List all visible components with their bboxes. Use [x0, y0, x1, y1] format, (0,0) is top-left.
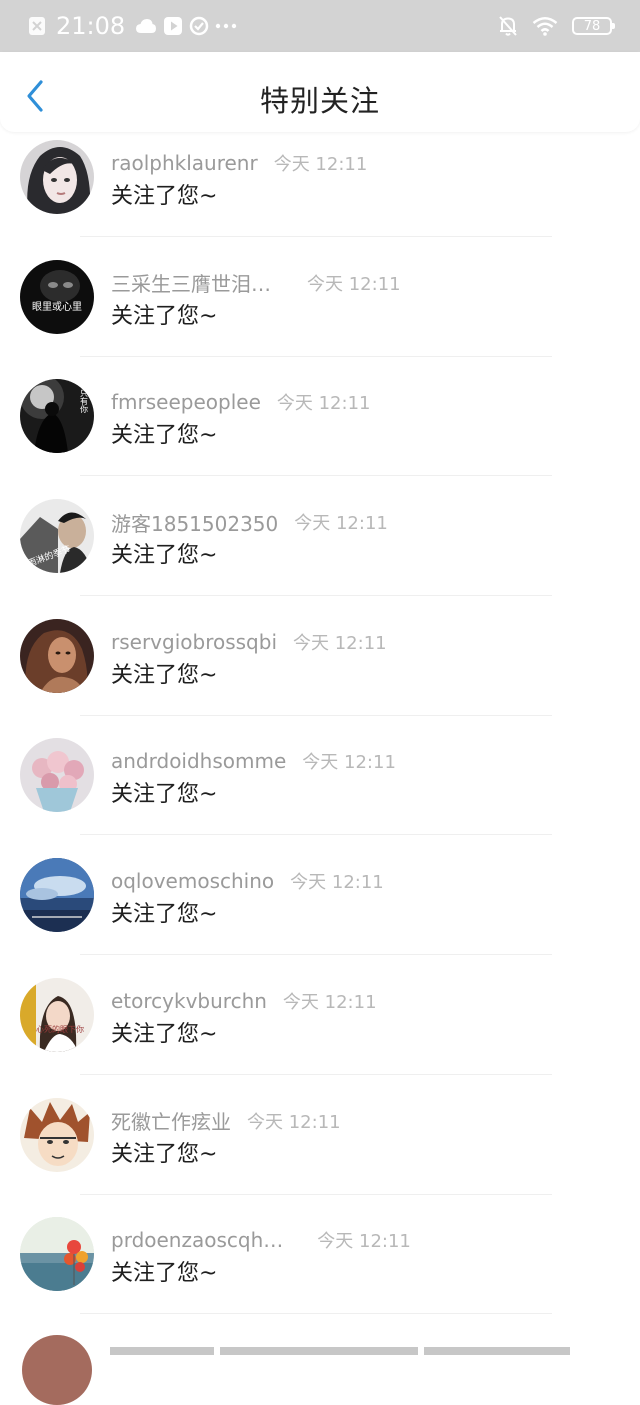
- cloud-icon: [135, 18, 157, 34]
- notification-x-icon: [28, 16, 46, 36]
- avatar[interactable]: 雨淋的季节: [20, 499, 94, 574]
- divider: [80, 355, 552, 357]
- list-item[interactable]: rservgiobrossqbi 今天 12:11 关注了您~: [0, 611, 640, 731]
- timestamp: 今天 12:11: [307, 273, 401, 295]
- message-text: 关注了您~: [111, 423, 218, 449]
- list-item[interactable]: raolphklaurenr 今天 12:11 关注了您~: [0, 132, 640, 252]
- row-header: etorcykvburchn 今天 12:11: [111, 988, 377, 1014]
- row-header: andrdoidhsomme 今天 12:11: [111, 748, 396, 774]
- username[interactable]: raolphklaurenr: [111, 151, 258, 175]
- divider: [80, 475, 552, 477]
- battery-level: 78: [583, 18, 601, 34]
- more-dots-icon: [215, 22, 237, 30]
- row-header: fmrseepeoplee 今天 12:11: [111, 389, 370, 415]
- row-header: rservgiobrossqbi 今天 12:11: [111, 629, 387, 655]
- overlay-bar: [220, 1347, 418, 1355]
- page-title: 特别关注: [259, 84, 380, 118]
- divider: [80, 954, 552, 956]
- row-header: oqlovemoschino 今天 12:11: [111, 868, 384, 894]
- divider: [80, 834, 552, 836]
- play-icon: [163, 16, 183, 36]
- list-item-partial: [0, 1329, 640, 1405]
- avatar: [22, 1335, 92, 1405]
- list-item[interactable]: 雨淋的季节 游客1851502350 今天 12:11 关注了您~: [0, 491, 640, 611]
- avatar[interactable]: [20, 618, 94, 693]
- timestamp: 今天 12:11: [276, 393, 371, 415]
- list-item[interactable]: oqlovemoschino 今天 12:11 关注了您~: [0, 850, 640, 970]
- message-text: 关注了您~: [111, 303, 218, 329]
- status-time: 21:08: [56, 12, 126, 40]
- divider: [80, 236, 552, 237]
- status-left: 21:08: [28, 10, 237, 42]
- message-text: 关注了您~: [111, 1261, 218, 1287]
- avatar[interactable]: [20, 858, 94, 933]
- avatar-caption: 只有你: [80, 389, 89, 413]
- row-header: prdoenzaoscqh… 今天 12:11: [111, 1227, 411, 1253]
- timestamp: 今天 12:11: [317, 1231, 411, 1253]
- list-item[interactable]: andrdoidhsomme 今天 12:11 关注了您~: [0, 730, 640, 850]
- timestamp: 今天 12:11: [273, 154, 368, 175]
- message-text: 关注了您~: [111, 662, 218, 688]
- row-header: 死徽亡作痃业 今天 12:11: [111, 1108, 341, 1134]
- bell-muted-icon: [498, 15, 518, 37]
- list-item[interactable]: 心死的眼下你 etorcykvburchn 今天 12:11 关注了您~: [0, 970, 640, 1090]
- message-text: 关注了您~: [111, 782, 218, 808]
- list-item[interactable]: 只有你 fmrseepeoplee 今天 12:11 关注了您~: [0, 371, 640, 491]
- divider: [80, 595, 552, 597]
- row-header: raolphklaurenr 今天 12:11: [111, 150, 367, 176]
- username[interactable]: 死徽亡作痃业: [111, 1106, 231, 1135]
- message-text: 关注了您~: [111, 184, 218, 209]
- list-item[interactable]: 死徽亡作痃业 今天 12:11 关注了您~: [0, 1090, 640, 1210]
- avatar-caption: 心死的眼下你: [36, 1024, 84, 1034]
- avatar[interactable]: [20, 1217, 94, 1292]
- overlay-bar: [424, 1347, 570, 1355]
- timestamp: 今天 12:11: [282, 991, 377, 1013]
- row-header: 三采生三膺世泪… 今天 12:11: [111, 270, 401, 296]
- message-text: 关注了您~: [111, 1141, 218, 1167]
- username[interactable]: oqlovemoschino: [111, 869, 274, 893]
- wifi-icon: [532, 16, 558, 36]
- divider: [80, 1193, 552, 1195]
- avatar[interactable]: 眼里或心里: [20, 259, 94, 334]
- message-text: 关注了您~: [111, 1021, 218, 1047]
- username[interactable]: fmrseepeoplee: [111, 390, 261, 414]
- nav-bar: 特别关注: [0, 52, 640, 132]
- avatar[interactable]: [20, 738, 94, 813]
- timestamp: 今天 12:11: [247, 1111, 341, 1133]
- divider: [80, 714, 552, 716]
- overlay-bar: [110, 1347, 214, 1355]
- timestamp: 今天 12:11: [290, 872, 384, 894]
- list-item[interactable]: 眼里或心里 三采生三膺世泪… 今天 12:11 关注了您~: [0, 252, 640, 372]
- avatar[interactable]: [20, 1097, 94, 1172]
- username[interactable]: andrdoidhsomme: [111, 749, 286, 773]
- avatar[interactable]: [20, 140, 94, 214]
- username[interactable]: rservgiobrossqbi: [111, 630, 277, 654]
- timestamp: 今天 12:11: [302, 752, 396, 774]
- avatar[interactable]: 只有你: [20, 379, 94, 454]
- status-bar: 21:08 78: [0, 0, 640, 52]
- sync-icon: [189, 16, 209, 36]
- username[interactable]: 三采生三膺世泪…: [111, 268, 271, 297]
- avatar[interactable]: 心死的眼下你: [20, 977, 94, 1052]
- divider: [80, 1313, 552, 1315]
- message-text: 关注了您~: [111, 902, 218, 928]
- username[interactable]: 游客1851502350: [111, 508, 278, 537]
- list-item[interactable]: prdoenzaoscqh… 今天 12:11 关注了您~: [0, 1209, 640, 1329]
- row-header: 游客1851502350 今天 12:11: [111, 508, 388, 537]
- divider: [80, 1073, 552, 1075]
- status-right: 78: [498, 10, 615, 42]
- notification-list: raolphklaurenr 今天 12:11 关注了您~ 眼里或心里 三采生三…: [0, 132, 640, 1329]
- timestamp: 今天 12:11: [294, 513, 388, 535]
- battery-icon: 78: [572, 17, 615, 35]
- timestamp: 今天 12:11: [293, 632, 387, 654]
- username[interactable]: prdoenzaoscqh…: [111, 1228, 283, 1252]
- avatar-caption: 眼里或心里: [32, 301, 82, 313]
- username[interactable]: etorcykvburchn: [111, 989, 267, 1013]
- message-text: 关注了您~: [111, 543, 218, 569]
